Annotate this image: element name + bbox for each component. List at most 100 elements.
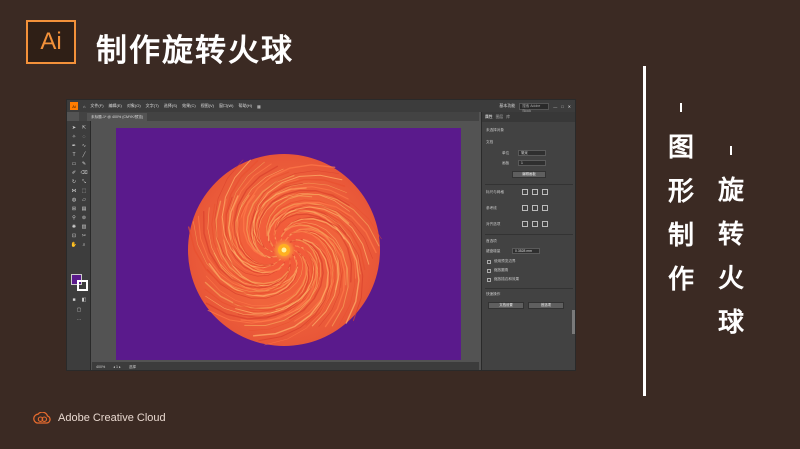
arrange-icon[interactable]: ▦ xyxy=(257,104,261,109)
paintbrush-icon[interactable]: ✎ xyxy=(80,161,88,168)
workspace-switcher[interactable]: 基本功能 xyxy=(499,103,515,109)
shaper-tool-icon[interactable]: ✐ xyxy=(70,170,78,177)
dash-mark xyxy=(730,146,732,155)
transparency-grid-icon[interactable] xyxy=(542,189,548,195)
maximize-icon[interactable]: □ xyxy=(561,104,563,109)
minimize-icon[interactable]: — xyxy=(553,104,557,109)
more-tools-icon[interactable]: ⋯ xyxy=(75,317,83,324)
panel-scrollbar[interactable] xyxy=(572,310,575,334)
screen-mode-icon[interactable]: ▢ xyxy=(75,307,83,314)
lasso-icon[interactable]: ◌ xyxy=(80,134,88,141)
snap-pixel-icon[interactable] xyxy=(532,221,538,227)
artboard-tool-icon[interactable]: ⊡ xyxy=(70,233,78,240)
type-tool-icon[interactable]: T xyxy=(70,152,78,159)
guides-label: 参考线 xyxy=(486,206,497,210)
tab-layers[interactable]: 图层 xyxy=(496,115,504,119)
tab-libraries[interactable]: 库 xyxy=(506,115,510,119)
no-selection-label: 未选择对象 xyxy=(486,128,504,132)
rotate-tool-icon[interactable]: ↻ xyxy=(70,179,78,186)
stroke-color-swatch[interactable] xyxy=(77,280,88,291)
hand-tool-icon[interactable]: ✋ xyxy=(70,242,78,249)
gradient-tool-icon[interactable]: ▤ xyxy=(80,206,88,213)
snap-glyph-icon[interactable] xyxy=(542,221,548,227)
vertical-text-col1: 图 形 制 作 xyxy=(668,103,694,302)
keyboard-increment-field[interactable]: 0.3528 mm xyxy=(512,248,540,254)
menu-file[interactable]: 文件(F) xyxy=(90,103,103,109)
char: 旋 xyxy=(718,176,745,206)
menu-effect[interactable]: 效果(C) xyxy=(182,103,196,109)
rectangle-tool-icon[interactable]: ▭ xyxy=(70,161,78,168)
illustrator-window: Ai ⌂ 文件(F) 编辑(E) 对象(O) 文字(T) 选择(S) 效果(C)… xyxy=(66,99,576,371)
app-icon: Ai xyxy=(70,102,78,110)
stock-search-input[interactable]: 搜索 Adobe Stock xyxy=(519,102,550,113)
close-icon[interactable]: ✕ xyxy=(568,104,571,109)
free-transform-icon[interactable]: ⬚ xyxy=(80,188,88,195)
graph-tool-icon[interactable]: ▥ xyxy=(80,224,88,231)
char: 形 xyxy=(668,177,695,207)
artboard-nav[interactable]: ◂ 1 ▸ xyxy=(113,365,121,369)
lock-guides-icon[interactable] xyxy=(532,205,538,211)
menu-window[interactable]: 窗口(W) xyxy=(219,103,233,109)
grid-icon[interactable] xyxy=(532,189,538,195)
scale-tool-icon[interactable]: ⤡ xyxy=(80,179,88,186)
document-tab[interactable]: 未标题-1* @ 400% (CMYK/预览) xyxy=(87,113,148,121)
divider xyxy=(485,234,573,235)
ruler-icon[interactable] xyxy=(522,189,528,195)
canvas-area[interactable] xyxy=(92,121,479,361)
preferences-button[interactable]: 首选项 xyxy=(528,302,564,309)
eraser-icon[interactable]: ⌫ xyxy=(80,170,88,177)
document-tab-bar: 未标题-1* @ 400% (CMYK/预览) xyxy=(79,112,479,121)
quick-actions-label: 快速操作 xyxy=(486,292,501,296)
char: 制 xyxy=(668,221,695,251)
line-tool-icon[interactable]: ╱ xyxy=(80,152,88,159)
selection-tool-icon[interactable]: ➤ xyxy=(70,125,78,132)
curvature-tool-icon[interactable]: ∿ xyxy=(80,143,88,150)
unit-label: 单位 xyxy=(502,151,510,155)
artboard-label: 画板 xyxy=(502,161,510,165)
draw-mode-icon[interactable]: ◧ xyxy=(80,297,88,304)
zoom-tool-icon[interactable]: ⌕ xyxy=(80,242,88,249)
menu-select[interactable]: 选择(S) xyxy=(164,103,177,109)
direct-selection-tool-icon[interactable]: ⇱ xyxy=(80,125,88,132)
page-title: 制作旋转火球 xyxy=(96,33,294,69)
symbol-sprayer-icon[interactable]: ✺ xyxy=(70,224,78,231)
pen-tool-icon[interactable]: ✒ xyxy=(70,143,78,150)
home-icon[interactable]: ⌂ xyxy=(83,104,85,109)
show-guides-icon[interactable] xyxy=(522,205,528,211)
smart-guides-icon[interactable] xyxy=(542,205,548,211)
panel-tabs: 属性 图层 库 xyxy=(482,112,575,122)
scale-corners-checkbox[interactable] xyxy=(487,269,491,273)
magic-wand-icon[interactable]: ✧ xyxy=(70,134,78,141)
tab-properties[interactable]: 属性 xyxy=(485,115,493,119)
preview-bounds-checkbox[interactable] xyxy=(487,260,491,264)
menu-object[interactable]: 对象(O) xyxy=(127,103,141,109)
creative-cloud-icon xyxy=(33,412,51,424)
menu-type[interactable]: 文字(T) xyxy=(146,103,159,109)
color-mode-icon[interactable]: ■ xyxy=(70,297,78,304)
zoom-level[interactable]: 400% xyxy=(96,365,105,369)
unit-select[interactable]: 毫米 xyxy=(518,150,546,156)
scale-strokes-label: 缩放描边和效果 xyxy=(494,277,520,281)
vertical-text-col2: 旋 转 火 球 xyxy=(718,146,744,345)
menu-edit[interactable]: 编辑(E) xyxy=(109,103,122,109)
fireball-artwork[interactable] xyxy=(116,128,461,360)
perspective-grid-icon[interactable]: ▱ xyxy=(80,197,88,204)
menu-view[interactable]: 视图(V) xyxy=(201,103,214,109)
mesh-tool-icon[interactable]: ⊞ xyxy=(70,206,78,213)
blend-tool-icon[interactable]: ⊚ xyxy=(80,215,88,222)
eyedropper-icon[interactable]: ⚲ xyxy=(70,215,78,222)
menu-help[interactable]: 帮助(H) xyxy=(238,103,252,109)
scale-strokes-checkbox[interactable] xyxy=(487,278,491,282)
illustrator-logo: Ai xyxy=(26,20,76,64)
document-setup-button[interactable]: 文档设置 xyxy=(488,302,524,309)
artboard-select[interactable]: 1 xyxy=(518,160,546,166)
tools-panel: ➤ ⇱ ✧ ◌ ✒ ∿ T ╱ ▭ ✎ ✐ ⌫ ↻ ⤡ ⋈ ⬚ ◍ ▱ ⊞ ▤ … xyxy=(67,121,91,370)
width-tool-icon[interactable]: ⋈ xyxy=(70,188,78,195)
shape-builder-icon[interactable]: ◍ xyxy=(70,197,78,204)
properties-panel: 属性 图层 库 未选择对象 文档 单位 毫米 画板 1 编辑画板 标尺与网格 参… xyxy=(481,112,575,370)
artboard[interactable] xyxy=(116,128,461,360)
snap-point-icon[interactable] xyxy=(522,221,528,227)
edit-artboard-button[interactable]: 编辑画板 xyxy=(512,171,546,178)
creative-cloud-brand: Adobe Creative Cloud xyxy=(32,412,166,424)
slice-tool-icon[interactable]: ✂ xyxy=(80,233,88,240)
